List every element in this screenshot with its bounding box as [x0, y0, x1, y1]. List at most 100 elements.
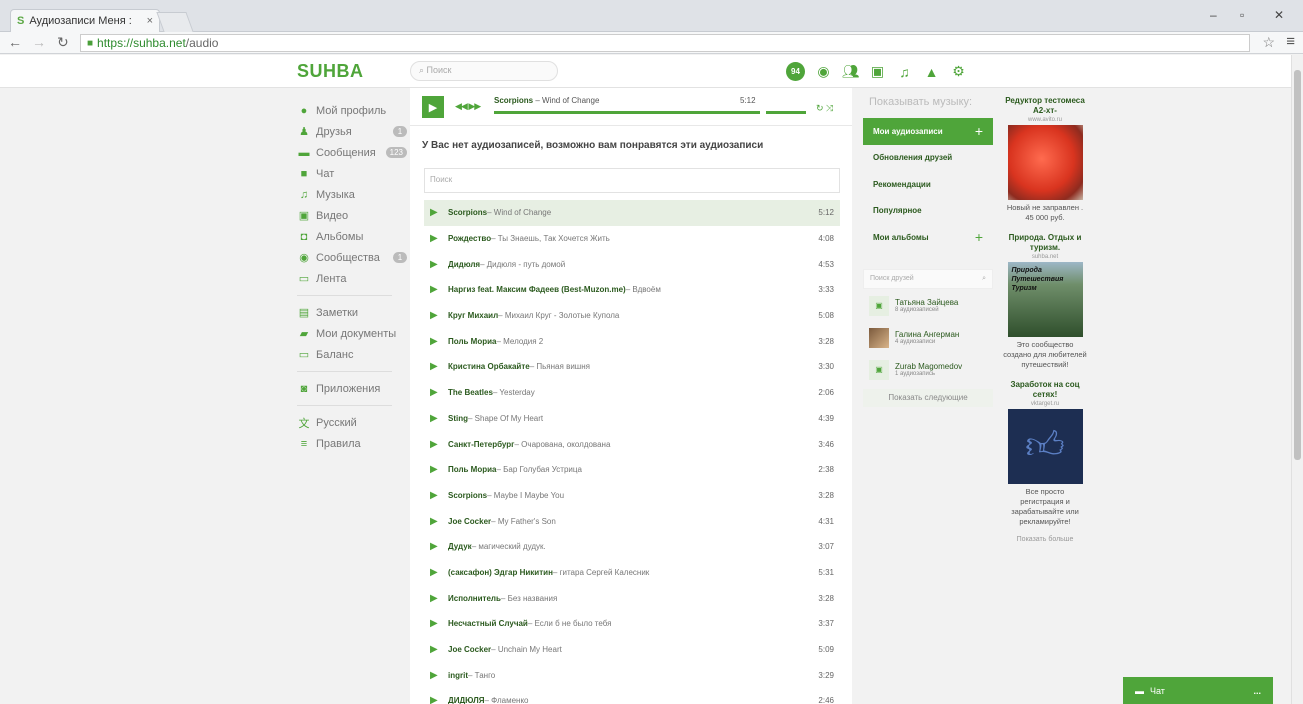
recommendations-tab[interactable]: Рекомендации [863, 171, 993, 198]
friend-item[interactable]: ▣ Zurab Magomedov 1 аудиозапись [863, 355, 993, 385]
track-row[interactable]: ▶ Поль Мориа – Мелодия 2 3:28 [424, 328, 840, 354]
play-icon[interactable]: ▶ [430, 541, 448, 552]
back-icon[interactable]: ← [8, 34, 22, 50]
track-artist[interactable]: Наргиз feat. Максим Фадеев (Best-Muzon.m… [448, 285, 626, 294]
track-row[interactable]: ▶ Scorpions – Maybe I Maybe You 3:28 [424, 483, 840, 509]
track-row[interactable]: ▶ Joe Cocker – Unchain My Heart 5:09 [424, 637, 840, 663]
track-artist[interactable]: The Beatles [448, 388, 493, 397]
friends-icon[interactable]: 👥︎ [842, 63, 860, 80]
ad-block[interactable]: Заработок на соц сетях! vktarget.ru 👍︎ В… [1003, 380, 1087, 527]
add-icon[interactable]: + [975, 229, 983, 245]
scrollbar-thumb[interactable] [1294, 70, 1301, 460]
page-scrollbar[interactable] [1291, 55, 1303, 704]
menu-item-music[interactable]: ♫ Музыка [297, 184, 407, 205]
ad-block[interactable]: Природа. Отдых и туризм. suhba.net Приро… [1003, 233, 1087, 370]
menu-item-notes[interactable]: ▤ Заметки [297, 302, 407, 323]
play-icon[interactable]: ▶ [430, 233, 448, 244]
track-artist[interactable]: Поль Мориа [448, 465, 496, 474]
track-row[interactable]: ▶ Sting – Shape Of My Heart 4:39 [424, 406, 840, 432]
track-artist[interactable]: Sting [448, 414, 468, 423]
education-icon[interactable]: ▲ [923, 63, 940, 80]
track-artist[interactable]: Поль Мориа [448, 337, 496, 346]
friend-item[interactable]: Галина Ангерман 4 аудиозаписи [863, 323, 993, 353]
track-artist[interactable]: Joe Cocker [448, 517, 491, 526]
play-icon[interactable]: ▶ [430, 618, 448, 629]
play-icon[interactable]: ▶ [430, 464, 448, 475]
browser-menu-icon[interactable]: ≡ [1286, 33, 1295, 50]
chat-menu-icon[interactable]: ... [1253, 686, 1261, 696]
play-icon[interactable]: ▶ [430, 336, 448, 347]
friends-updates-tab[interactable]: Обновления друзей [863, 145, 993, 172]
track-row[interactable]: ▶ Санкт-Петербург – Очарована, околдована… [424, 431, 840, 457]
menu-item-rules[interactable]: ≡ Правила [297, 433, 407, 454]
url-input[interactable]: ■ https://suhba.net /audio [80, 34, 1250, 52]
video-icon[interactable]: ▣ [869, 63, 886, 80]
menu-item-messages[interactable]: ▬ Сообщения 123 [297, 142, 407, 163]
show-more-ads-link[interactable]: Показать больше [1003, 535, 1087, 544]
menu-item-apps[interactable]: ◙ Приложения [297, 378, 407, 399]
play-icon[interactable]: ▶ [430, 516, 448, 527]
ad-image[interactable] [1007, 125, 1083, 200]
play-icon[interactable]: ▶ [430, 670, 448, 681]
track-row[interactable]: ▶ Круг Михаил – Михаил Круг - Золотые Куп… [424, 303, 840, 329]
track-artist[interactable]: Кристина Орбакайте [448, 362, 530, 371]
menu-item-chat[interactable]: ■ Чат [297, 163, 407, 184]
track-row[interactable]: ▶ The Beatles – Yesterday 2:06 [424, 380, 840, 406]
menu-item-language[interactable]: 文 Русский [297, 412, 407, 433]
add-icon[interactable]: + [975, 123, 983, 139]
bookmark-star-icon[interactable]: ☆ [1262, 34, 1275, 51]
popular-tab[interactable]: Популярное [863, 198, 993, 225]
repeat-shuffle-icon[interactable]: ↻ ⤨ [816, 103, 833, 114]
menu-item-communities[interactable]: ◉ Сообщества 1 [297, 247, 407, 268]
progress-bar[interactable] [494, 111, 760, 114]
show-next-button[interactable]: Показать следующие [863, 388, 993, 407]
play-icon[interactable]: ▶ [430, 310, 448, 321]
play-icon[interactable]: ▶ [430, 644, 448, 655]
site-search-input[interactable]: ⌕ Поиск [410, 61, 558, 81]
ad-title[interactable]: Заработок на соц сетях! [1003, 380, 1087, 400]
track-artist[interactable]: Санкт-Петербург [448, 440, 515, 449]
track-artist[interactable]: ingrit [448, 671, 468, 680]
play-icon[interactable]: ▶ [430, 567, 448, 578]
globe-icon[interactable]: ◉ [815, 63, 832, 80]
forward-icon[interactable]: → [32, 34, 46, 50]
thumbs-up-icon[interactable]: 👍︎ [1007, 409, 1083, 484]
settings-icon[interactable]: ⚙ [950, 63, 967, 80]
ad-image[interactable]: Природа Путешествия Туризм [1007, 262, 1083, 337]
ad-block[interactable]: Редуктор тестомеса А2-хт- www.avito.ru Н… [1003, 96, 1087, 223]
track-row[interactable]: ▶ Joe Cocker – My Father's Son 4:31 [424, 508, 840, 534]
track-row[interactable]: ▶ Кристина Орбакайте – Пьяная вишня 3:30 [424, 354, 840, 380]
track-row[interactable]: ▶ Несчастный Случай – Если б не было тебя… [424, 611, 840, 637]
ad-title[interactable]: Редуктор тестомеса А2-хт- [1003, 96, 1087, 116]
track-artist[interactable]: Scorpions [448, 491, 487, 500]
browser-tab[interactable]: S Аудиозаписи Меня : × [10, 9, 160, 32]
track-artist[interactable]: Исполнитель [448, 594, 501, 603]
menu-item-balance[interactable]: ▭ Баланс [297, 344, 407, 365]
track-artist[interactable]: Рождество [448, 234, 491, 243]
play-button[interactable]: ▶ [422, 96, 444, 118]
track-row[interactable]: ▶ Исполнитель – Без названия 3:28 [424, 585, 840, 611]
new-tab-button[interactable] [156, 12, 194, 32]
track-artist[interactable]: Несчастный Случай [448, 619, 528, 628]
play-icon[interactable]: ▶ [430, 490, 448, 501]
menu-item-profile[interactable]: ● Мой профиль [297, 100, 407, 121]
track-row[interactable]: ▶ Рождество – Ты Знаешь, Так Хочется Жить… [424, 226, 840, 252]
track-artist[interactable]: (саксафон) Эдгар Никитин [448, 568, 553, 577]
track-row[interactable]: ▶ (саксафон) Эдгар Никитин – гитара Серге… [424, 560, 840, 586]
track-artist[interactable]: ДИДЮЛЯ [448, 696, 484, 704]
play-icon[interactable]: ▶ [430, 593, 448, 604]
track-artist[interactable]: Круг Михаил [448, 311, 498, 320]
play-icon[interactable]: ▶ [430, 439, 448, 450]
my-audio-tab[interactable]: Мои аудиозаписи + [863, 118, 993, 145]
menu-item-video[interactable]: ▣ Видео [297, 205, 407, 226]
minimize-icon[interactable]: – [1210, 8, 1217, 22]
my-albums-tab[interactable]: Мои альбомы + [863, 224, 993, 251]
track-row[interactable]: ▶ Дидюля – Дидюля - путь домой 4:53 [424, 251, 840, 277]
play-icon[interactable]: ▶ [430, 413, 448, 424]
track-artist[interactable]: Дудук [448, 542, 472, 551]
notifications-badge[interactable]: 94 [786, 62, 805, 81]
track-row[interactable]: ▶ Scorpions – Wind of Change 5:12 [424, 200, 840, 226]
track-row[interactable]: ▶ Дудук – магический дудук. 3:07 [424, 534, 840, 560]
track-row[interactable]: ▶ Наргиз feat. Максим Фадеев (Best-Muzon.… [424, 277, 840, 303]
menu-item-documents[interactable]: ▰ Мои документы [297, 323, 407, 344]
